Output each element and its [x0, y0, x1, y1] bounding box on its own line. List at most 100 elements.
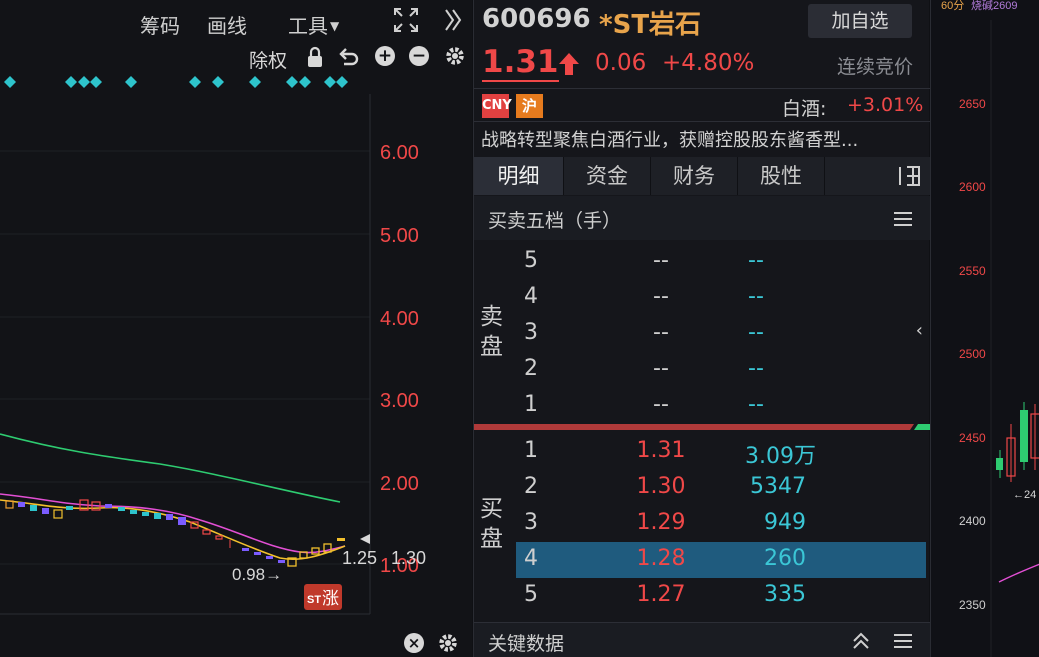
- event-marker: [324, 76, 336, 88]
- add-to-watchlist-button[interactable]: 加自选: [808, 4, 912, 38]
- last-price: 1.31: [482, 44, 559, 82]
- tab-financials[interactable]: 财务: [651, 157, 738, 195]
- orderbook-volume: --: [748, 284, 764, 309]
- candle: [105, 504, 112, 508]
- orderbook-buy-row[interactable]: 1 1.31 3.09万: [516, 434, 926, 470]
- menu-icon[interactable]: [894, 634, 912, 648]
- last-price-annotation: 1.25: [342, 548, 377, 568]
- candle: [254, 552, 261, 555]
- candle: [154, 513, 161, 519]
- caret-down-icon: ▼: [330, 19, 340, 33]
- candle: [66, 506, 73, 510]
- orderbook-buy-row[interactable]: 2 1.30 5347: [516, 470, 926, 506]
- fullscreen-icon[interactable]: [392, 6, 420, 39]
- stock-code: 600696: [482, 4, 591, 34]
- orderbook-price: 1.27: [636, 582, 686, 607]
- tab-stock-character[interactable]: 股性: [738, 157, 825, 195]
- event-marker: [4, 76, 16, 88]
- orderbook-volume: 260: [764, 546, 806, 571]
- event-markers[interactable]: [4, 76, 348, 88]
- gear-icon[interactable]: [443, 44, 467, 73]
- currency-badge: CNY: [482, 94, 512, 118]
- candle: [266, 556, 273, 559]
- orderbook-sell-row[interactable]: 3 -- --: [516, 316, 926, 352]
- candle: [166, 514, 173, 520]
- candle: [142, 512, 149, 516]
- tab-detail[interactable]: 明细: [474, 157, 564, 195]
- price-change: 0.06: [595, 50, 647, 76]
- sector-name[interactable]: 白酒:: [782, 94, 826, 121]
- draw-line-button[interactable]: 画线: [207, 10, 247, 39]
- close-circle-icon[interactable]: ×: [404, 633, 424, 653]
- candle: [178, 517, 186, 525]
- orderbook-volume: 5347: [750, 474, 806, 499]
- grid-lines: [0, 94, 371, 615]
- price-change-percent: +4.80%: [662, 50, 755, 76]
- sector-change: +3.01%: [847, 94, 924, 116]
- quote-panel: 600696 *ST岩石 加自选 1.31 0.06 +4.80% 连续竞价 C…: [473, 0, 930, 657]
- candle: [337, 538, 345, 541]
- orderbook-volume: --: [748, 356, 764, 381]
- orderbook-sell-row[interactable]: 4 -- --: [516, 280, 926, 316]
- kline-plot[interactable]: 6.00 5.00 4.00 3.00 2.00 1.00 0.98→ 1.25…: [0, 70, 472, 630]
- candlesticks[interactable]: [5, 499, 345, 567]
- orderbook-buy-row[interactable]: 4 1.28 260: [516, 542, 926, 578]
- key-data-bar[interactable]: 关键数据: [474, 622, 930, 657]
- right-price-annotation: 1.30: [391, 548, 426, 568]
- kline-chart-panel[interactable]: 筹码 画线 工具 ▼ 除权 + − 6.00 5.00 4.00 3.00 2.…: [0, 0, 472, 657]
- limit-up-badge[interactable]: ST 涨: [304, 584, 342, 610]
- double-chevron-up-icon[interactable]: [852, 631, 870, 655]
- orderbook-price: --: [653, 392, 669, 417]
- tab-funds[interactable]: 资金: [564, 157, 651, 195]
- candle: [53, 509, 63, 519]
- key-data-title: 关键数据: [488, 633, 565, 655]
- ma-long-line: [0, 433, 341, 503]
- tools-button[interactable]: 工具 ▼: [288, 10, 339, 39]
- orderbook-buy-row[interactable]: 3 1.29 949: [516, 506, 926, 542]
- double-chevron-right-icon[interactable]: [444, 6, 462, 39]
- futures-candles: [996, 402, 1039, 482]
- undo-icon[interactable]: [338, 46, 360, 73]
- orderbook-sell-row[interactable]: 2 -- --: [516, 352, 926, 388]
- exchange-badge: 沪: [516, 94, 543, 118]
- divider: [474, 88, 930, 89]
- orderbook-sell-row[interactable]: 1 -- --: [516, 388, 926, 424]
- orderbook-level: 3: [524, 320, 538, 345]
- exright-button[interactable]: 除权: [249, 46, 287, 73]
- y-tick-label: 2.00: [380, 473, 419, 495]
- candle: [202, 529, 211, 535]
- orderbook-title: 买卖五档（手）: [488, 210, 622, 232]
- futures-ma-line: [998, 563, 1039, 583]
- orderbook-level: 2: [524, 474, 538, 499]
- orderbook-level: 5: [524, 248, 538, 273]
- orderbook-buy-row[interactable]: 5 1.27 335: [516, 578, 926, 614]
- event-marker: [336, 76, 348, 88]
- zoom-out-icon[interactable]: −: [409, 46, 429, 66]
- orderbook-price: 1.29: [636, 510, 686, 535]
- event-marker: [299, 76, 311, 88]
- futures-mini-chart[interactable]: 60分 烧碱2609 2650 2600 2550 2500 2450 2400…: [930, 0, 1039, 657]
- price-axis: 6.00 5.00 4.00 3.00 2.00 1.00: [380, 142, 419, 577]
- y-tick-label: 2600: [959, 180, 986, 194]
- chips-button[interactable]: 筹码: [140, 10, 180, 39]
- candle: [118, 507, 125, 511]
- orderbook-level: 3: [524, 510, 538, 535]
- zoom-in-icon[interactable]: +: [375, 46, 395, 66]
- menu-icon[interactable]: [894, 212, 912, 226]
- y-tick-label: 4.00: [380, 308, 419, 330]
- ma-mid-line: [0, 493, 346, 554]
- gear-icon[interactable]: [436, 631, 460, 657]
- limit-up-text: 涨: [322, 589, 339, 609]
- orderbook-sell-row[interactable]: 5 -- --: [516, 244, 926, 280]
- orderbook-level: 5: [524, 582, 538, 607]
- candle: [18, 502, 25, 507]
- split-view-icon[interactable]: [825, 157, 930, 195]
- candle: [278, 560, 285, 563]
- y-tick-label: 2500: [959, 347, 986, 361]
- news-headline[interactable]: 战略转型聚焦白酒行业，获赠控股股东酱香型...: [481, 126, 927, 152]
- chevron-left-icon[interactable]: ‹: [916, 320, 923, 341]
- orderbook-price: --: [653, 284, 669, 309]
- lock-icon[interactable]: [305, 46, 325, 73]
- sell-side-label: 卖盘: [480, 304, 503, 360]
- period-label: 60分: [941, 0, 964, 12]
